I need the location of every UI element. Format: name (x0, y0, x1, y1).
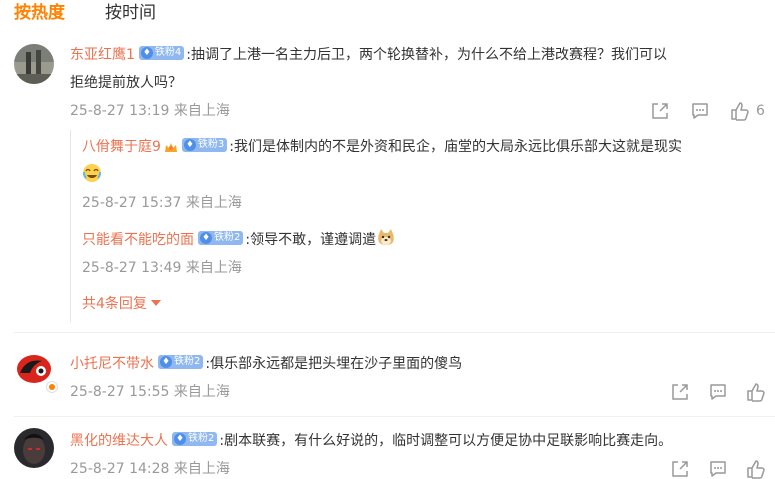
fan-badge-label: 铁粉2 (214, 232, 241, 243)
reply-text: :我们是体制内的不是外资和民企，庙堂的大局永远比俱乐部大这就是现实 (229, 139, 683, 155)
fan-badge-label: 铁粉2 (188, 433, 215, 444)
thumbs-up-icon[interactable] (746, 382, 766, 402)
reply-line: 只能看不能吃的面 ♦ 铁粉2:领导不敢，谨遵调遣 (82, 227, 396, 253)
comment-text: :剧本联赛，有什么好说的，临时调整可以方便足协中足联影响比赛走向。 (219, 433, 673, 449)
fan-badge: ♦ 铁粉2 (158, 355, 204, 369)
username[interactable]: 小托尼不带水 (70, 356, 154, 372)
comment-text: :抽调了上港一名主力后卫，两个轮换替补，为什么不给上港改赛程？我们可以 (186, 47, 668, 63)
like-count: 6 (756, 103, 765, 119)
comment-icon[interactable] (708, 459, 728, 479)
share-icon[interactable] (670, 382, 690, 402)
fan-badge: ♦ 铁粉4 (138, 46, 185, 60)
caret-down-icon (150, 300, 161, 306)
username[interactable]: 东亚红鹰1 (70, 47, 135, 63)
fan-badge: ♦ 铁粉2 (172, 432, 218, 446)
divider (14, 332, 775, 333)
fan-badge-label: 铁粉3 (197, 139, 225, 150)
comment-line: 小托尼不带水 ♦ 铁粉2:俱乐部永远都是把头埋在沙子里面的傻鸟 (70, 351, 462, 377)
avatar[interactable] (14, 428, 54, 468)
fan-badge-icon: ♦ (200, 232, 212, 244)
reply-line: 八佾舞于庭9 ♦ 铁粉3:我们是体制内的不是外资和民企，庙堂的大局永远比俱乐部大这就… (82, 134, 682, 160)
reply-meta: 25-8-27 13:49 来自上海 (82, 260, 242, 276)
share-icon[interactable] (670, 459, 690, 479)
comment-line: 黑化的维达大人 ♦ 铁粉2:剧本联赛，有什么好说的，临时调整可以方便足协中足联影响比… (70, 428, 672, 454)
crown-icon (164, 138, 178, 152)
divider (14, 416, 775, 417)
tab-by-heat[interactable]: 按热度 (14, 2, 65, 24)
more-replies-label: 共4条回复 (82, 296, 147, 312)
username[interactable]: 黑化的维达大人 (70, 433, 168, 449)
reply-username[interactable]: 八佾舞于庭9 (82, 139, 161, 155)
comment-icon[interactable] (690, 101, 710, 121)
fan-badge-icon: ♦ (174, 433, 186, 445)
fan-badge-label: 铁粉2 (174, 356, 201, 367)
reply-meta: 25-8-27 15:37 来自上海 (82, 195, 242, 211)
comment-meta: 25-8-27 14:28 来自上海 (70, 461, 230, 477)
thumbs-up-icon[interactable] (730, 101, 750, 121)
reply-text: :领导不敢，谨遵调遣 (245, 232, 377, 248)
comment-line-2: 拒绝提前放人吗？ (70, 70, 182, 96)
comment-icon[interactable] (708, 382, 728, 402)
comment-actions (670, 459, 770, 479)
comment-text: :俱乐部永远都是把头埋在沙子里面的傻鸟 (205, 356, 463, 372)
comment-actions (670, 382, 770, 402)
doge-emoji (376, 228, 396, 248)
comment-text-continued: 拒绝提前放人吗？ (70, 75, 182, 91)
fan-badge: ♦ 铁粉3 (181, 138, 228, 152)
comment-meta: 25-8-27 15:55 来自上海 (70, 384, 230, 400)
comment-actions: 6 (650, 101, 770, 121)
reply-emoji-line (82, 162, 102, 188)
verified-icon (46, 381, 58, 393)
reply-username[interactable]: 只能看不能吃的面 (82, 232, 194, 248)
laugh-cry-emoji (82, 163, 102, 183)
comment-meta: 25-8-27 13:19 来自上海 (70, 103, 230, 119)
more-replies-link[interactable]: 共4条回复 (82, 294, 161, 314)
comment-line: 东亚红鹰1 ♦ 铁粉4:抽调了上港一名主力后卫，两个轮换替补，为什么不给上港改赛程？… (70, 42, 667, 68)
tab-by-time[interactable]: 按时间 (105, 2, 156, 24)
share-icon[interactable] (650, 101, 670, 121)
thumbs-up-icon[interactable] (746, 459, 766, 479)
avatar[interactable] (14, 44, 54, 84)
fan-badge-label: 铁粉4 (154, 47, 182, 58)
fan-badge-icon: ♦ (160, 356, 172, 368)
fan-badge: ♦ 铁粉2 (198, 231, 244, 245)
fan-badge-icon: ♦ (183, 139, 196, 151)
fan-badge-icon: ♦ (140, 47, 153, 59)
